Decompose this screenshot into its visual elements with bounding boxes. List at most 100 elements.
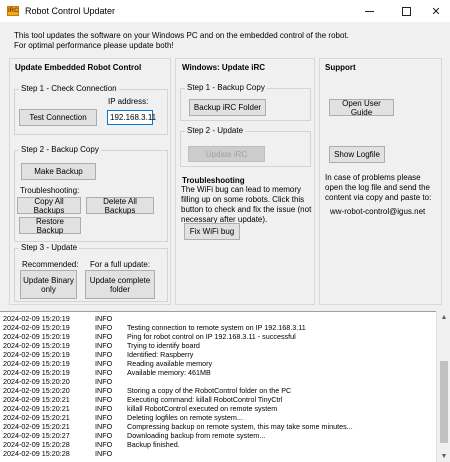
log-timestamp: 2024-02-09 15:20:19 [3,368,70,377]
close-icon: ✕ [431,5,441,18]
log-level: INFO [95,386,113,395]
log-message: Trying to identify board [127,341,200,350]
log-row: 2024-02-09 15:20:27 INFO Downloading backu… [0,431,435,440]
log-message: killall RobotControl executed on remote … [127,404,278,413]
log-timestamp: 2024-02-09 15:20:28 [3,449,70,458]
mid-step1-legend: Step 1 - Backup Copy [185,83,267,92]
intro-text: This tool updates the software on your W… [14,31,434,51]
log-level: INFO [95,422,113,431]
log-level: INFO [95,449,113,458]
close-button[interactable]: ✕ [420,0,450,22]
log-timestamp: 2024-02-09 15:20:19 [3,323,70,332]
log-level: INFO [95,350,113,359]
update-irc-button[interactable]: Update iRC [188,146,265,162]
log-timestamp: 2024-02-09 15:20:21 [3,404,70,413]
scrollbar-thumb[interactable] [440,361,448,443]
log-message: Identified: Raspberry [127,350,194,359]
support-help-text: In case of problems please open the log … [325,173,432,202]
log-row: 2024-02-09 15:20:28 INFO Backup finished. [0,440,435,449]
wifi-bug-description: The WiFi bug can lead to memory filling … [181,185,312,224]
log-row: 2024-02-09 15:20:19 INFO Reading available… [0,359,435,368]
log-row: 2024-02-09 15:20:19 INFO Identified: Raspb… [0,350,435,359]
ip-address-label: IP address: [108,97,149,106]
log-level: INFO [95,314,113,323]
backup-irc-folder-button[interactable]: Backup iRC Folder [189,99,266,116]
maximize-button[interactable] [390,0,422,22]
step2-legend: Step 2 - Backup Copy [19,145,101,154]
log-message: Compressing backup on remote system, thi… [127,422,353,431]
log-timestamp: 2024-02-09 15:20:19 [3,341,70,350]
log-message: Storing a copy of the RobotControl folde… [127,386,292,395]
log-level: INFO [95,368,113,377]
embedded-update-title: Update Embedded Robot Control [15,63,142,72]
log-row: 2024-02-09 15:20:19 INFO Trying to identif… [0,341,435,350]
log-level: INFO [95,323,113,332]
log-row: 2024-02-09 15:20:19 INFO Testing connectio… [0,323,435,332]
log-timestamp: 2024-02-09 15:20:19 [3,350,70,359]
log-level: INFO [95,431,113,440]
delete-all-backups-button[interactable]: Delete All Backups [86,197,154,215]
full-update-label: For a full update: [90,260,151,269]
mid-step2-legend: Step 2 - Update [185,126,246,135]
log-timestamp: 2024-02-09 15:20:20 [3,386,70,395]
log-level: INFO [95,359,113,368]
log-output[interactable]: 2024-02-09 15:20:19 INFO 2024-02-09 15:20… [0,311,450,462]
restore-backup-button[interactable]: Restore Backup [19,217,81,235]
support-title: Support [325,63,356,72]
copy-all-backups-button[interactable]: Copy All Backups [17,197,81,215]
make-backup-button[interactable]: Make Backup [21,163,96,180]
windows-update-title: Windows: Update iRC [182,63,266,72]
log-message: Reading available memory [127,359,213,368]
log-row: 2024-02-09 15:20:19 INFO Available memory:… [0,368,435,377]
step1-legend: Step 1 - Check Connection [19,84,119,93]
log-timestamp: 2024-02-09 15:20:19 [3,359,70,368]
log-level: INFO [95,332,113,341]
log-timestamp: 2024-02-09 15:20:19 [3,314,70,323]
step3-legend: Step 3 - Update [19,243,80,252]
recommended-label: Recommended: [22,260,79,269]
log-level: INFO [95,377,113,386]
log-level: INFO [95,413,113,422]
test-connection-button[interactable]: Test Connection [19,109,97,126]
log-message: Testing connection to remote system on I… [127,323,306,332]
show-logfile-button[interactable]: Show Logfile [329,146,385,163]
intro-line-2: For optimal performance please update bo… [14,41,174,50]
title-bar: IRC Robot Control Updater ✕ [0,0,450,22]
ip-address-value: 192.168.3.11 [110,113,157,122]
log-row: 2024-02-09 15:20:20 INFO [0,377,435,386]
scroll-down-arrow-icon[interactable]: ▼ [437,450,450,462]
fix-wifi-bug-button[interactable]: Fix WiFi bug [184,223,240,240]
log-scrollbar[interactable]: ▲ ▼ [436,311,450,462]
log-timestamp: 2024-02-09 15:20:27 [3,431,70,440]
log-timestamp: 2024-02-09 15:20:21 [3,395,70,404]
mid-troubleshooting-title: Troubleshooting [182,176,245,185]
intro-line-1: This tool updates the software on your W… [14,31,349,40]
update-binary-button[interactable]: Update Binary only [20,270,77,299]
log-message: Available memory: 461MB [127,368,211,377]
log-message: Ping for robot control on IP 192.168.3.1… [127,332,296,341]
log-row: 2024-02-09 15:20:21 INFO Compressing backu… [0,422,435,431]
log-timestamp: 2024-02-09 15:20:20 [3,377,70,386]
log-row: 2024-02-09 15:20:21 INFO Deleting logfiles… [0,413,435,422]
log-message: Executing command: killall RobotControl … [127,395,283,404]
log-message: Deleting logfiles on remote system... [127,413,243,422]
log-row: 2024-02-09 15:20:21 INFO Executing command… [0,395,435,404]
log-row: 2024-02-09 15:20:21 INFO killall RobotCont… [0,404,435,413]
log-level: INFO [95,341,113,350]
maximize-icon [401,6,411,16]
app-icon: IRC [7,6,19,16]
log-timestamp: 2024-02-09 15:20:21 [3,413,70,422]
update-complete-folder-button[interactable]: Update complete folder [85,270,155,299]
log-message: Downloading backup from remote system... [127,431,266,440]
log-level: INFO [95,440,113,449]
ip-address-input[interactable]: 192.168.3.11 [107,110,157,125]
minimize-button[interactable] [353,0,385,22]
window-title: Robot Control Updater [25,6,116,16]
log-message: Backup finished. [127,440,180,449]
log-row: 2024-02-09 15:20:28 INFO [0,449,435,458]
scroll-up-arrow-icon[interactable]: ▲ [437,311,450,323]
troubleshooting-label: Troubleshooting: [20,186,80,195]
open-user-guide-button[interactable]: Open User Guide [329,99,394,117]
log-level: INFO [95,395,113,404]
log-timestamp: 2024-02-09 15:20:21 [3,422,70,431]
